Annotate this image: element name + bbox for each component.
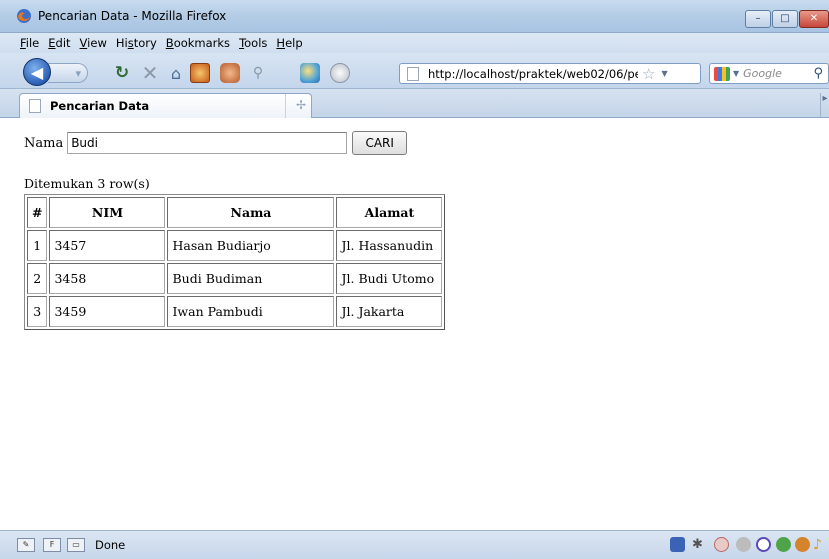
nama-label: Nama [24,135,64,151]
cell-nama: Iwan Pambudi [167,296,335,327]
tab-pencarian-data[interactable]: Pencarian Data ✢ [19,93,312,118]
extension-icon[interactable] [756,537,771,552]
search-form: Nama CARI [24,131,408,155]
window-title: Pencarian Data - Mozilla Firefox [38,9,227,23]
menu-file[interactable]: File [20,36,39,50]
table-row: 3 3459 Iwan Pambudi Jl. Jakarta [27,296,443,327]
navigation-toolbar: ▾ ◀ ↻ ✕ ⌂ ⚲ http://localhost/praktek/web… [0,53,829,89]
page-content: Nama CARI Ditemukan 3 row(s) # NIM Nama … [18,118,829,530]
address-bar[interactable]: http://localhost/praktek/web02/06/per ☆ … [399,63,701,84]
header-nim: NIM [49,197,166,228]
edit-icon[interactable]: ✎ [17,538,35,552]
menu-bookmarks[interactable]: Bookmarks [166,36,230,50]
page-icon [407,66,419,81]
reload-icon[interactable]: ↻ [112,63,132,83]
header-nama: Nama [167,197,335,228]
table-row: 1 3457 Hasan Budiarjo Jl. Hassanudin [27,230,443,261]
extension-icon[interactable] [776,537,791,552]
extension-icon[interactable] [795,537,810,552]
new-tab-icon[interactable]: ✢ [296,98,306,112]
music-note-icon[interactable]: ♪ [813,537,828,553]
cell-alamat: Jl. Hassanudin [336,230,443,261]
bug-icon[interactable]: ✱ [692,537,707,552]
search-engine-dropdown-icon[interactable]: ▼ [733,69,739,78]
extension-icon[interactable]: ⚲ [248,63,268,83]
minimize-button[interactable]: – [745,10,771,28]
table-header-row: # NIM Nama Alamat [27,197,443,228]
search-engine-icon[interactable] [714,66,730,81]
nama-input[interactable] [67,132,348,154]
menu-view[interactable]: View [80,36,107,50]
page-icon [29,99,41,113]
back-button[interactable]: ◀ [23,58,51,86]
header-number: # [27,197,48,228]
cell-alamat: Jl. Budi Utomo [336,263,443,294]
status-text: Done [95,538,126,552]
cell-alamat: Jl. Jakarta [336,296,443,327]
cell-nim: 3457 [49,230,166,261]
menu-help[interactable]: Help [276,36,302,50]
menu-tools[interactable]: Tools [239,36,267,50]
cell-nim: 3459 [49,296,166,327]
search-bar[interactable]: ▼ Google ⚲ [709,63,829,84]
tab-separator [285,94,286,118]
tab-scroll-arrow-icon[interactable]: ▸ [820,93,829,117]
url-dropdown-icon[interactable]: ▼ [661,69,667,78]
dropdown-arrow-icon: ▾ [75,66,81,80]
url-text[interactable]: http://localhost/praktek/web02/06/per [428,67,638,81]
stop-icon[interactable]: ✕ [140,61,160,85]
firebug-icon[interactable]: F [43,538,61,552]
firefox-icon [17,9,31,23]
extension-icon[interactable] [714,537,729,552]
menu-history[interactable]: History [116,36,157,50]
cell-number: 2 [27,263,48,294]
cell-nama: Budi Budiman [167,263,335,294]
magnifier-icon[interactable]: ⚲ [813,66,823,81]
status-dot-icon[interactable] [736,537,751,552]
cell-nama: Hasan Budiarjo [167,230,335,261]
table-row: 2 3458 Budi Budiman Jl. Budi Utomo [27,263,443,294]
forward-button[interactable]: ▾ [48,63,88,83]
cari-button[interactable]: CARI [352,131,408,155]
cell-nim: 3458 [49,263,166,294]
close-button[interactable]: ✕ [799,10,829,28]
status-bar: ✎ F ▭ Done ✱ ♪ [0,530,829,559]
window-icon[interactable]: ▭ [67,538,85,552]
tab-bar: Pencarian Data ✢ ▸ [0,89,829,118]
extension-icon[interactable] [670,537,685,552]
result-table: # NIM Nama Alamat 1 3457 Hasan Budiarjo … [24,194,446,330]
home-icon[interactable]: ⌂ [166,63,186,83]
window-controls: – □ ✕ [744,10,829,32]
menu-bar: File Edit View History Bookmarks Tools H… [0,33,829,53]
menu-edit[interactable]: Edit [48,36,70,50]
title-bar: Pencarian Data - Mozilla Firefox – □ ✕ [0,0,829,33]
extension-icon[interactable] [300,63,320,83]
extension-icon[interactable] [190,63,210,83]
header-alamat: Alamat [336,197,443,228]
cell-number: 1 [27,230,48,261]
back-icon: ◀ [30,62,44,82]
result-count: Ditemukan 3 row(s) [24,176,150,191]
extension-icon[interactable] [220,63,240,83]
extension-icon[interactable] [330,63,350,83]
bookmark-star-icon[interactable]: ☆ [642,65,655,83]
maximize-button[interactable]: □ [772,10,798,28]
cell-number: 3 [27,296,48,327]
search-placeholder[interactable]: Google [743,67,798,80]
tab-label: Pencarian Data [50,99,150,113]
